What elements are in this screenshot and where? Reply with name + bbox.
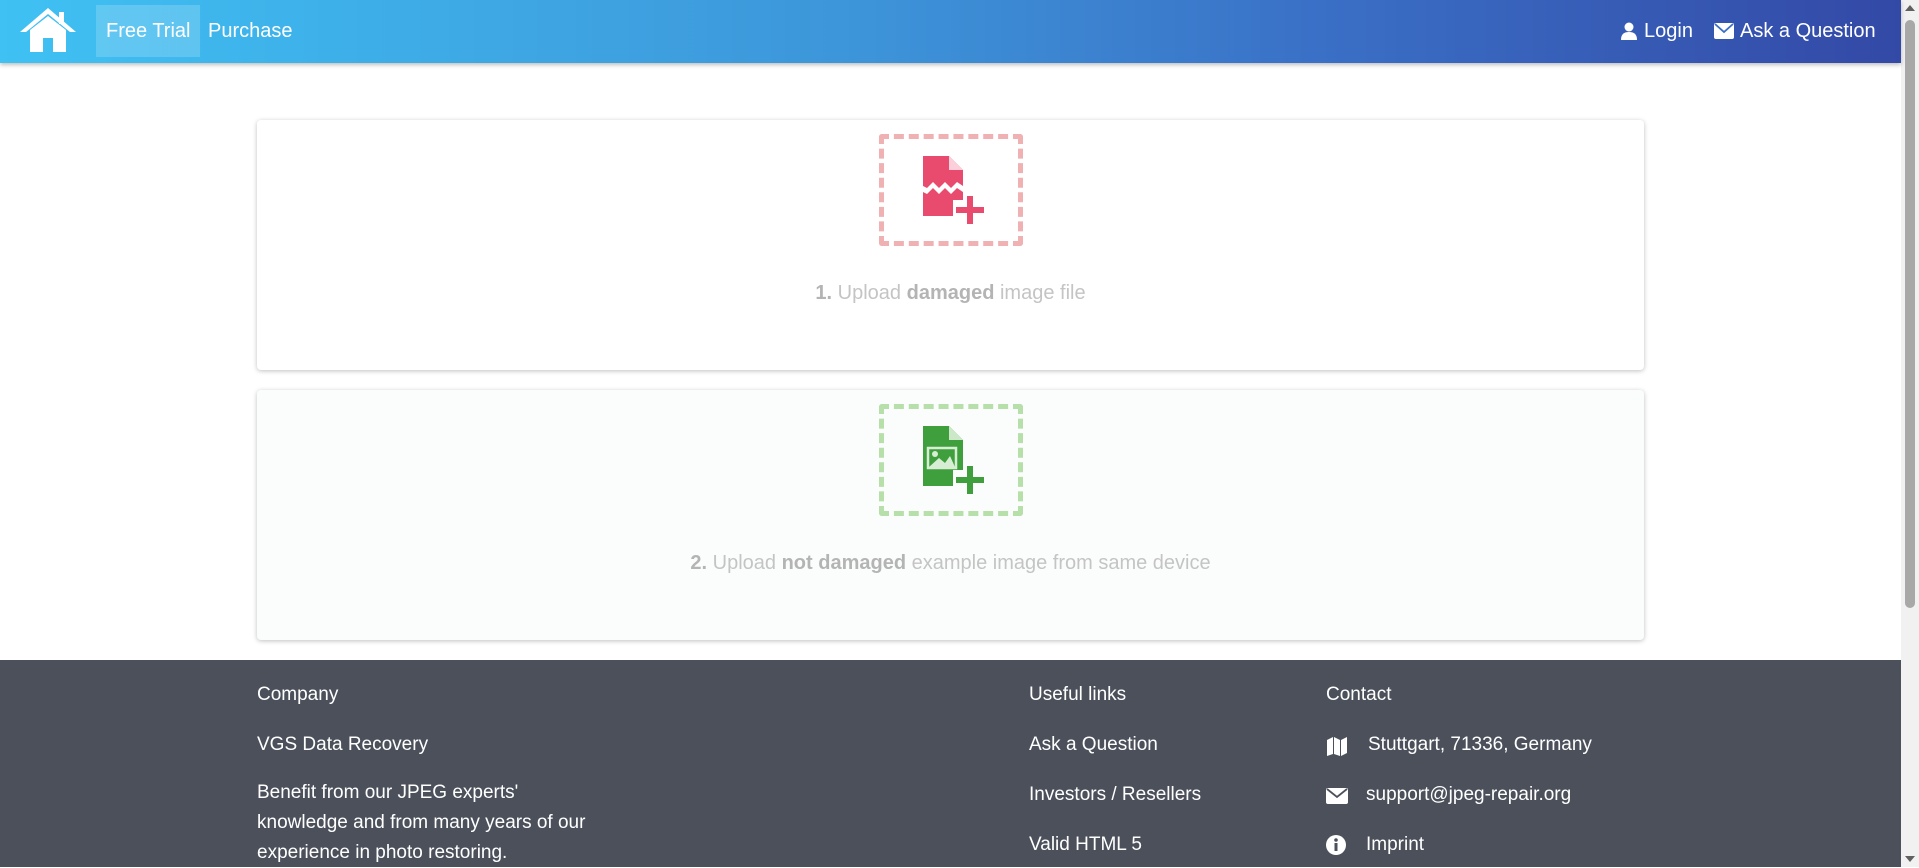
footer-link-ask[interactable]: Ask a Question bbox=[1029, 734, 1158, 756]
broken-file-add-icon bbox=[923, 156, 984, 224]
upload-damaged-dropzone[interactable] bbox=[879, 134, 1023, 246]
user-icon bbox=[1621, 22, 1637, 40]
footer-email[interactable]: support@jpeg-repair.org bbox=[1366, 784, 1571, 806]
footer: Company VGS Data Recovery Benefit from o… bbox=[0, 660, 1901, 867]
footer-imprint[interactable]: Imprint bbox=[1366, 834, 1424, 856]
page-scrollbar[interactable] bbox=[1901, 0, 1919, 867]
footer-company-name: VGS Data Recovery bbox=[257, 734, 429, 755]
upload-example-dropzone[interactable] bbox=[879, 404, 1023, 516]
image-file-add-icon bbox=[923, 426, 984, 494]
envelope-icon bbox=[1326, 788, 1348, 804]
scroll-down-arrow[interactable] bbox=[1905, 856, 1915, 862]
envelope-icon bbox=[1714, 23, 1734, 39]
top-navbar: Free Trial Purchase Login Ask a Question bbox=[0, 0, 1901, 63]
footer-company-heading: Company bbox=[257, 684, 339, 705]
nav-login-label: Login bbox=[1644, 20, 1693, 42]
nav-ask-question[interactable]: Ask a Question bbox=[1704, 5, 1886, 57]
nav-ask-label: Ask a Question bbox=[1740, 20, 1876, 42]
scroll-up-arrow[interactable] bbox=[1905, 5, 1915, 11]
nav-login[interactable]: Login bbox=[1610, 5, 1703, 57]
map-icon bbox=[1327, 737, 1347, 756]
nav-purchase[interactable]: Purchase bbox=[198, 5, 303, 57]
upload-damaged-card[interactable]: 1. Upload damaged image file bbox=[257, 120, 1644, 370]
upload-example-label: 2. Upload not damaged example image from… bbox=[690, 552, 1211, 574]
footer-link-investors[interactable]: Investors / Resellers bbox=[1029, 784, 1201, 806]
footer-link-html5[interactable]: Valid HTML 5 bbox=[1029, 834, 1142, 856]
upload-example-card[interactable]: 2. Upload not damaged example image from… bbox=[257, 390, 1644, 640]
home-icon[interactable] bbox=[18, 6, 78, 54]
footer-links-heading: Useful links bbox=[1029, 684, 1127, 705]
upload-damaged-label: 1. Upload damaged image file bbox=[815, 282, 1086, 304]
nav-free-trial[interactable]: Free Trial bbox=[96, 5, 201, 57]
info-icon bbox=[1326, 835, 1346, 855]
footer-company-text: Benefit from our JPEG experts' knowledge… bbox=[257, 782, 586, 863]
footer-contact-heading: Contact bbox=[1326, 684, 1392, 705]
scroll-thumb[interactable] bbox=[1905, 20, 1915, 608]
footer-address: Stuttgart, 71336, Germany bbox=[1368, 734, 1592, 755]
